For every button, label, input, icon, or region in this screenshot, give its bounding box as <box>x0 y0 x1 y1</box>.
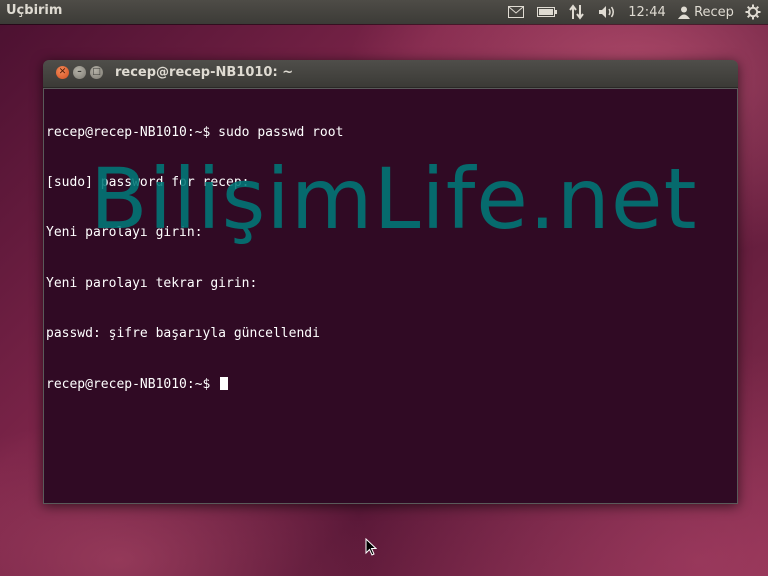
terminal-line: recep@recep-NB1010:~$ sudo passwd root <box>46 124 344 140</box>
volume-icon[interactable] <box>597 2 619 22</box>
text-cursor <box>220 376 229 390</box>
top-panel: Uçbirim 12:44 Recep <box>0 0 768 24</box>
network-icon[interactable] <box>567 2 587 22</box>
clock-time: 12:44 <box>628 4 666 20</box>
maximize-button[interactable]: □ <box>90 66 103 79</box>
terminal-prompt-line[interactable]: recep@recep-NB1010:~$ <box>46 376 343 394</box>
clock[interactable]: 12:44 <box>628 2 666 22</box>
gear-icon[interactable] <box>743 2 763 22</box>
user-icon <box>678 6 691 19</box>
user-menu[interactable]: Recep <box>675 2 737 22</box>
terminal-line: passwd: şifre başarıyla güncellendi <box>46 326 320 342</box>
window-titlebar[interactable]: ✕ – □ recep@recep-NB1010: ~ <box>43 60 738 88</box>
mouse-pointer-icon <box>365 537 378 560</box>
mail-icon[interactable] <box>506 2 526 22</box>
terminal-window[interactable]: ✕ – □ recep@recep-NB1010: ~ recep@recep-… <box>43 60 738 504</box>
battery-icon[interactable] <box>536 2 558 22</box>
watermark: BilişimLife.net <box>90 150 698 248</box>
window-title: recep@recep-NB1010: ~ <box>115 65 294 80</box>
minimize-button[interactable]: – <box>73 66 86 79</box>
terminal-line: Yeni parolayı tekrar girin: <box>46 275 258 291</box>
user-name: Recep <box>694 4 734 20</box>
close-button[interactable]: ✕ <box>56 66 69 79</box>
active-app-name: Uçbirim <box>6 3 63 18</box>
terminal-prompt: recep@recep-NB1010:~$ <box>46 376 219 392</box>
